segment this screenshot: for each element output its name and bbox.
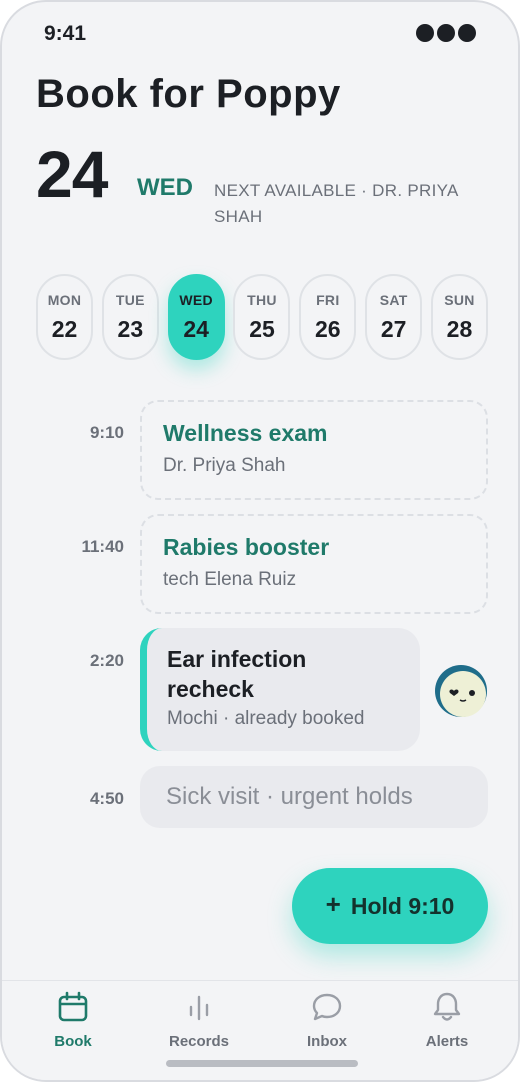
selected-date-number: 24	[36, 137, 108, 211]
day-number: 23	[117, 316, 144, 342]
slot-title: Ear infection recheck	[167, 646, 307, 702]
phone-frame: 9:41 Book for Poppy 24 WED NEXT AVAILABL…	[0, 0, 520, 1082]
status-dots-icon	[416, 24, 476, 42]
slot-subtitle: Mochi · already booked	[167, 708, 365, 729]
open-slot-wellness-exam[interactable]: Wellness exam Dr. Priya Shah	[140, 400, 488, 500]
status-time: 9:41	[44, 22, 87, 45]
page-title: Book for Poppy	[36, 72, 341, 116]
day-name: MON	[47, 292, 82, 308]
day-name: THU	[247, 292, 277, 308]
day-name: TUE	[115, 292, 145, 308]
slot-title: Rabies booster	[163, 534, 330, 560]
tab-label: Records	[168, 1033, 230, 1050]
hold-slot-label: Hold 9:10	[350, 892, 455, 919]
slot-time: 9:10	[89, 423, 124, 442]
booked-slot-ear-recheck[interactable]: Ear infection recheck Mochi · already bo…	[140, 628, 420, 751]
day-pill-tue[interactable]: TUE 23	[101, 274, 159, 360]
slot-subtitle: tech Elena Ruiz	[163, 569, 297, 590]
pet-avatar-icon	[434, 664, 488, 718]
selected-date-weekday: WED	[137, 174, 193, 201]
day-name: WED	[179, 292, 213, 308]
status-bar: 9:41	[2, 2, 518, 62]
day-number: 28	[446, 316, 473, 342]
slot-subtitle: Dr. Priya Shah	[163, 455, 286, 476]
tab-book[interactable]: Book	[18, 991, 128, 1050]
day-name: SAT	[379, 292, 408, 308]
tab-records[interactable]: Records	[144, 991, 254, 1050]
home-indicator	[166, 1060, 358, 1067]
tab-label: Inbox	[307, 1033, 347, 1050]
tab-inbox[interactable]: Inbox	[272, 991, 382, 1050]
bar-chart-icon	[189, 995, 209, 1021]
day-pill-wed[interactable]: WED 24	[167, 274, 225, 360]
day-pill-mon[interactable]: MON 22	[36, 274, 93, 360]
tab-label: Book	[54, 1033, 92, 1050]
day-pill-thu[interactable]: THU 25	[233, 274, 291, 360]
day-pill-sat[interactable]: SAT 27	[365, 274, 423, 360]
slot-time: 4:50	[89, 789, 124, 808]
slot-title: Sick visit · urgent holds	[166, 783, 413, 810]
slot-time: 11:40	[81, 537, 124, 556]
day-name: SUN	[444, 292, 475, 308]
slot-title: Wellness exam	[163, 420, 328, 446]
day-number: 24	[183, 316, 209, 342]
day-number: 26	[315, 316, 341, 342]
open-slot-rabies-booster[interactable]: Rabies booster tech Elena Ruiz	[140, 514, 488, 614]
next-available-label: NEXT AVAILABLE · DR. PRIYA SHAH	[214, 181, 458, 226]
tab-label: Alerts	[425, 1033, 469, 1050]
week-day-picker: MON 22 TUE 23 WED 24 THU 25 FRI 26 SAT 2…	[36, 274, 488, 360]
calendar-icon	[58, 991, 88, 1022]
day-number: 25	[249, 316, 275, 342]
chat-bubble-icon	[312, 993, 342, 1021]
day-number: 27	[380, 316, 407, 342]
urgent-slot-sick-visit[interactable]: Sick visit · urgent holds	[140, 766, 488, 828]
tab-alerts[interactable]: Alerts	[392, 991, 502, 1050]
day-number: 22	[51, 316, 78, 342]
day-pill-sun[interactable]: SUN 28	[430, 274, 488, 360]
plus-icon: +	[325, 889, 341, 919]
day-pill-fri[interactable]: FRI 26	[299, 274, 357, 360]
slot-time: 2:20	[89, 651, 124, 670]
hold-slot-button[interactable]: + Hold 9:10	[292, 868, 488, 944]
day-name: FRI	[316, 292, 340, 308]
bell-icon	[433, 992, 461, 1021]
